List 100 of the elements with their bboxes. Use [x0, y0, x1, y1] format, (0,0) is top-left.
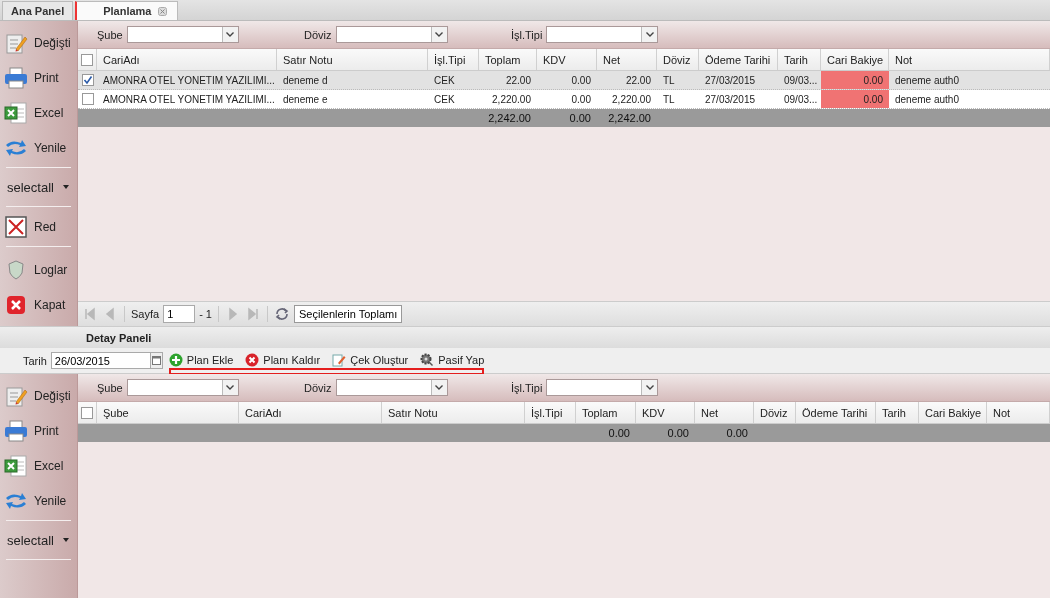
column-header[interactable]: İşl.Tipi: [428, 49, 479, 70]
table-cell-text: deneme e: [282, 92, 329, 107]
sidebar-button[interactable]: Print: [0, 413, 77, 448]
filter-label: İşl.Tipi: [511, 28, 543, 41]
column-header[interactable]: Net: [597, 49, 657, 70]
sidebar-button[interactable]: Excel: [0, 448, 77, 483]
tab[interactable]: Planlama: [75, 1, 178, 20]
column-header[interactable]: Cari Bakiye: [821, 49, 889, 70]
close-icon: [6, 294, 26, 315]
toolbar-button[interactable]: Plan Ekle: [168, 352, 234, 367]
column-header[interactable]: CariAdı: [239, 402, 382, 423]
column-header[interactable]: Ödeme Tarihi: [796, 402, 876, 423]
cross-box-icon: [5, 215, 27, 238]
sidebar-button[interactable]: Değişti: [0, 378, 77, 413]
table-cell-text: deneme d: [282, 73, 329, 88]
toolbar-button[interactable]: Pasif Yap: [420, 352, 485, 367]
date-field[interactable]: 26/03/2015: [50, 352, 151, 369]
sidebar-button[interactable]: Print: [0, 60, 77, 95]
table-cell-text: 27/03/2015: [704, 73, 757, 88]
column-header[interactable]: Net: [695, 402, 754, 423]
plus-icon: [168, 352, 183, 367]
page-input[interactable]: 1: [163, 305, 196, 323]
filter-dropdown[interactable]: [335, 26, 448, 43]
column-header[interactable]: Toplam: [479, 49, 537, 70]
delete-icon: [245, 352, 260, 367]
filter-dropdown[interactable]: [126, 26, 239, 43]
caret-icon: [435, 32, 443, 37]
filter-label: Döviz: [304, 28, 332, 41]
column-header[interactable]: KDV: [636, 402, 695, 423]
sidebar-button[interactable]: Yenile: [0, 130, 77, 165]
column-header[interactable]: Satır Notu: [382, 402, 525, 423]
gear-icon: [420, 352, 435, 367]
column-header[interactable]: Not: [889, 49, 1050, 70]
table-cell-text: 09/03...: [783, 73, 819, 88]
total-cell-text: 0.00: [725, 426, 749, 441]
column-header[interactable]: Döviz: [754, 402, 796, 423]
sidebar-button[interactable]: Red: [0, 209, 77, 244]
sidebar-button[interactable]: Excel: [0, 95, 77, 130]
column-header[interactable]: Döviz: [657, 49, 699, 70]
select-all-dropdown[interactable]: selectall: [0, 523, 77, 557]
page-label: Sayfa: [131, 308, 160, 320]
filter-dropdown[interactable]: [126, 379, 239, 396]
table-cell-text: 27/03/2015: [704, 92, 757, 107]
page-count: - 1: [199, 308, 212, 320]
select-all-checkbox[interactable]: [81, 406, 93, 419]
table-cell: 0.00: [821, 90, 889, 108]
spreadsheet-icon: [4, 100, 28, 125]
close-icon[interactable]: [157, 6, 167, 16]
tab[interactable]: Ana Panel: [2, 1, 74, 20]
spreadsheet-icon: [4, 453, 28, 478]
table-cell-text: CEK: [433, 73, 456, 88]
table-cell-text: CEK: [433, 92, 456, 107]
filter-label: Döviz: [304, 381, 332, 394]
column-header[interactable]: Tarih: [876, 402, 919, 423]
column-header[interactable]: Not: [987, 402, 1050, 423]
selected-totals-button[interactable]: Seçilenlerin Toplamı: [294, 305, 403, 323]
column-header[interactable]: İşl.Tipi: [525, 402, 576, 423]
caret-icon: [435, 385, 443, 390]
select-all-dropdown[interactable]: selectall: [0, 170, 77, 204]
sidebar-button[interactable]: Kapat: [0, 287, 77, 322]
table-cell-text: 2,220.00: [611, 92, 652, 107]
caret-icon: [645, 32, 654, 37]
table-cell-text: deneme auth0: [894, 73, 960, 88]
date-label: Tarih: [23, 355, 47, 367]
total-cell-text: 2,242.00: [487, 111, 532, 126]
table-cell-text: 09/03...: [783, 92, 819, 107]
caret-icon: [226, 385, 235, 390]
column-header[interactable]: Ödeme Tarihi: [699, 49, 778, 70]
sidebar-button[interactable]: Değişti: [0, 25, 77, 60]
printer-icon: [4, 66, 28, 89]
column-header[interactable]: Cari Bakiye: [919, 402, 987, 423]
filter-dropdown[interactable]: [546, 26, 659, 43]
table-cell: 0.00: [821, 71, 889, 89]
column-header[interactable]: KDV: [537, 49, 597, 70]
row-checkbox[interactable]: [81, 74, 94, 86]
table-cell-text: 0.00: [570, 92, 592, 107]
total-cell-text: 0.00: [607, 426, 631, 441]
caret-icon: [226, 32, 235, 37]
column-header[interactable]: Satır Notu: [277, 49, 428, 70]
shield-icon: [7, 259, 25, 280]
calendar-icon[interactable]: [151, 356, 161, 365]
table-cell-text: 2,220.00: [491, 92, 532, 107]
table-cell-text: TL: [662, 73, 676, 88]
toolbar-button[interactable]: Planı Kaldır: [245, 352, 321, 367]
column-header[interactable]: CariAdı: [97, 49, 277, 70]
caret-icon: [645, 385, 654, 390]
panel-title: Detay Paneli: [86, 331, 152, 344]
filter-dropdown[interactable]: [335, 379, 448, 396]
caret-icon: [63, 538, 69, 542]
caret-icon: [63, 185, 69, 189]
refresh-icon[interactable]: [274, 306, 290, 322]
column-header[interactable]: Toplam: [576, 402, 636, 423]
column-header[interactable]: Tarih: [778, 49, 821, 70]
sidebar-button[interactable]: Loglar: [0, 252, 77, 287]
select-all-checkbox[interactable]: [81, 53, 93, 66]
filter-dropdown[interactable]: [546, 379, 659, 396]
column-header[interactable]: Şube: [97, 402, 239, 423]
row-checkbox[interactable]: [81, 93, 94, 105]
sidebar-button[interactable]: Yenile: [0, 483, 77, 518]
toolbar-button[interactable]: Çek Oluştur: [332, 352, 409, 367]
